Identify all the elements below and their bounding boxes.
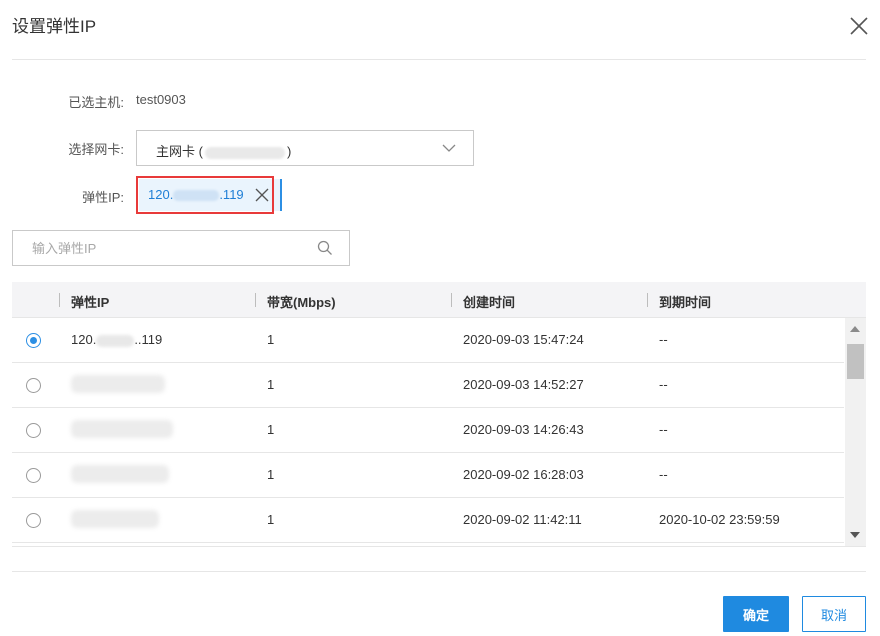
column-separator: [59, 293, 60, 307]
close-icon[interactable]: [848, 15, 870, 37]
scroll-up-icon[interactable]: [850, 326, 860, 332]
column-header-created: 创建时间: [463, 295, 516, 310]
row-radio[interactable]: [26, 468, 41, 483]
column-separator: [647, 293, 648, 307]
bandwidth-cell: 1: [267, 422, 275, 437]
row-radio[interactable]: [26, 333, 41, 348]
table-header: 弹性IP 带宽(Mbps) 创建时间 到期时间: [12, 282, 866, 318]
redacted-ip: [71, 420, 173, 438]
redacted-ip: [96, 334, 135, 347]
search-icon[interactable]: [317, 240, 333, 256]
created-cell: 2020-09-03 14:52:27: [463, 377, 584, 392]
table-row[interactable]: 1 2020-09-03 14:26:43 --: [12, 408, 844, 453]
host-label: 已选主机:: [68, 95, 124, 110]
eip-table: 弹性IP 带宽(Mbps) 创建时间 到期时间 120. ..119 1 2020…: [12, 282, 866, 547]
eip-search-input[interactable]: [14, 232, 304, 264]
bandwidth-cell: 1: [267, 467, 275, 482]
expires-cell: --: [659, 467, 668, 482]
bandwidth-cell: 1: [267, 332, 275, 347]
redacted-ip: [204, 146, 285, 159]
redacted-ip: [71, 375, 165, 393]
created-cell: 2020-09-02 16:28:03: [463, 467, 584, 482]
expires-cell: 2020-10-02 23:59:59: [659, 512, 780, 527]
row-radio[interactable]: [26, 513, 41, 528]
expires-cell: --: [659, 377, 668, 392]
highlight-box: [136, 176, 274, 214]
column-separator: [255, 293, 256, 307]
dialog-title: 设置弹性IP: [12, 17, 97, 36]
eip-cell: 120. ..119: [71, 332, 163, 347]
table-row[interactable]: 1 2020-09-02 16:28:03 --: [12, 453, 844, 498]
table-row[interactable]: 1 2020-09-03 14:52:27 --: [12, 363, 844, 408]
table-row[interactable]: 1 2020-09-02 11:42:11 2020-10-02 23:59:5…: [12, 498, 844, 543]
footer-divider: [12, 571, 866, 572]
nic-select[interactable]: 主网卡 (): [136, 130, 474, 166]
header-divider: [12, 59, 866, 60]
created-cell: 2020-09-03 15:47:24: [463, 332, 584, 347]
scroll-thumb[interactable]: [847, 344, 864, 379]
column-separator: [451, 293, 452, 307]
table-scrollbar[interactable]: [845, 318, 866, 546]
created-cell: 2020-09-02 11:42:11: [463, 512, 582, 527]
bandwidth-cell: 1: [267, 377, 275, 392]
table-row[interactable]: 120. ..119 1 2020-09-03 15:47:24 --: [12, 318, 844, 363]
column-header-bandwidth: 带宽(Mbps): [267, 295, 336, 310]
scroll-down-icon[interactable]: [850, 532, 860, 538]
bandwidth-cell: 1: [267, 512, 275, 527]
nic-selected-value: 主网卡 (): [156, 144, 292, 159]
nic-label: 选择网卡:: [68, 142, 124, 157]
created-cell: 2020-09-03 14:26:43: [463, 422, 584, 437]
eip-label: 弹性IP:: [82, 190, 124, 205]
confirm-button[interactable]: 确定: [723, 596, 789, 632]
column-header-expires: 到期时间: [659, 295, 712, 310]
column-header-eip: 弹性IP: [71, 295, 110, 310]
redacted-ip: [71, 510, 159, 528]
expires-cell: --: [659, 332, 668, 347]
row-radio[interactable]: [26, 378, 41, 393]
row-radio[interactable]: [26, 423, 41, 438]
host-value: test0903: [136, 92, 186, 107]
eip-search-box: [12, 230, 350, 266]
expires-cell: --: [659, 422, 668, 437]
chevron-down-icon: [442, 144, 456, 152]
cancel-button[interactable]: 取消: [802, 596, 866, 632]
redacted-ip: [71, 465, 169, 483]
